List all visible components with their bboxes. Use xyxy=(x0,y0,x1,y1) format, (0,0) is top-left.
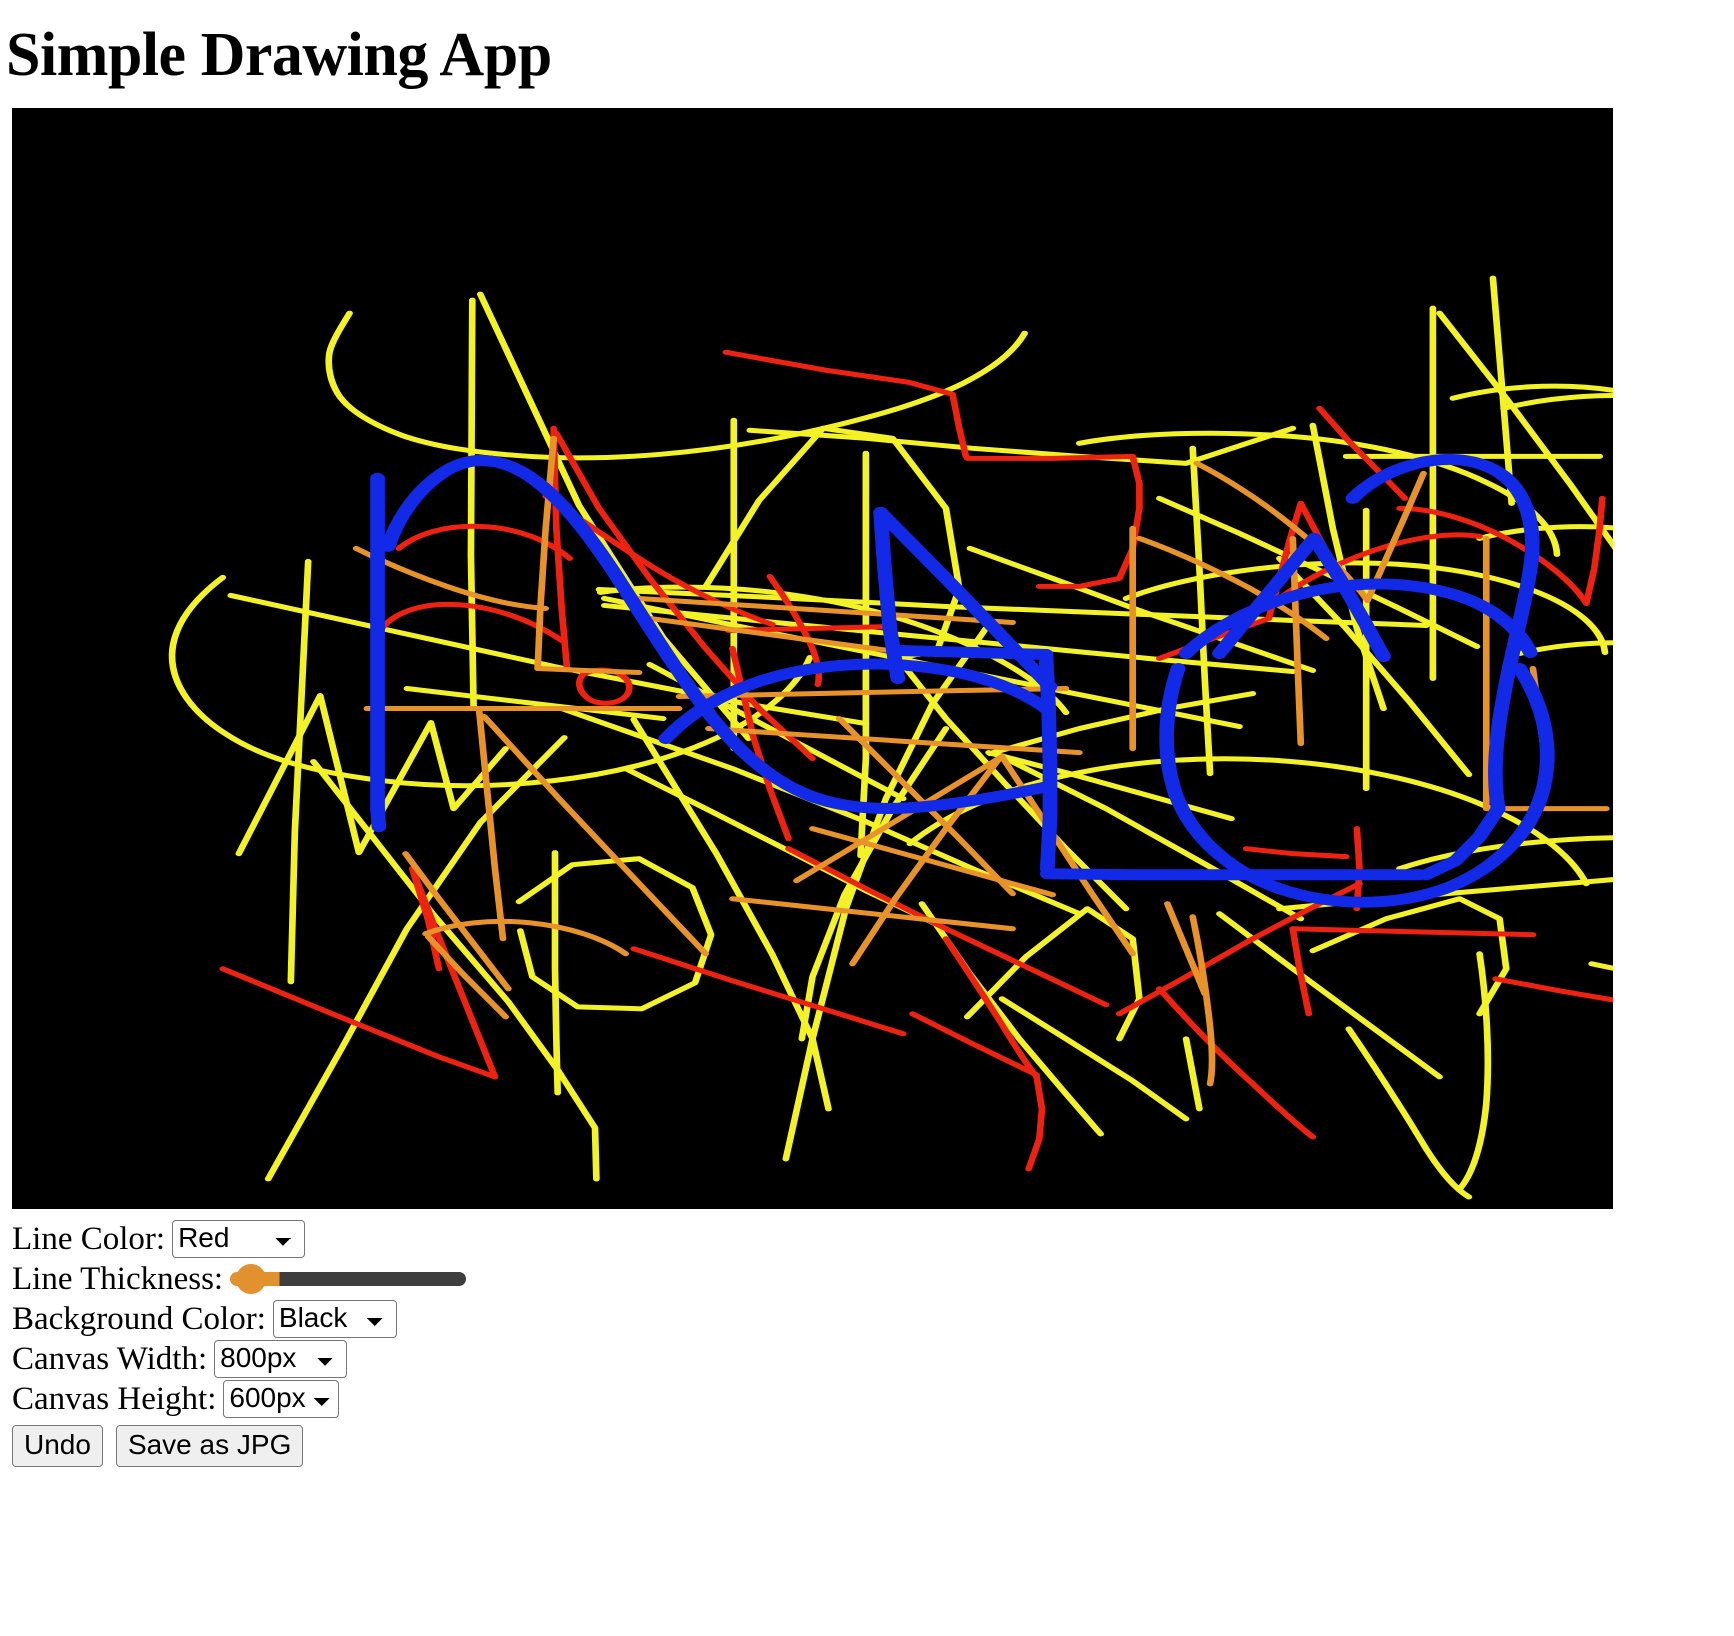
page-title: Simple Drawing App xyxy=(6,21,552,89)
line-thickness-row: Line Thickness: xyxy=(12,1259,1734,1299)
line-thickness-label: Line Thickness: xyxy=(12,1261,224,1297)
line-color-select[interactable]: RedYellowOrangeBlueGreenWhiteBlack xyxy=(172,1220,306,1258)
line-thickness-slider[interactable] xyxy=(230,1263,467,1295)
canvas-height-row: Canvas Height: 300px400px600px800px xyxy=(12,1379,1734,1419)
drawing-canvas[interactable] xyxy=(12,108,1613,1209)
save-as-jpg-button[interactable]: Save as JPG xyxy=(115,1425,304,1467)
canvas-container xyxy=(12,108,1613,1209)
background-color-row: Background Color: BlackWhiteGrayBlue xyxy=(12,1299,1734,1339)
background-color-label: Background Color: xyxy=(12,1301,266,1337)
canvas-height-select[interactable]: 300px400px600px800px xyxy=(223,1380,340,1418)
line-color-label: Line Color: xyxy=(12,1221,166,1257)
undo-button[interactable]: Undo xyxy=(12,1425,103,1467)
canvas-width-select[interactable]: 400px600px800px1000px xyxy=(214,1340,348,1378)
canvas-height-label: Canvas Height: xyxy=(12,1381,217,1417)
action-buttons-row: Undo Save as JPG xyxy=(12,1419,1734,1469)
canvas-width-row: Canvas Width: 400px600px800px1000px xyxy=(12,1339,1734,1379)
drawing-strokes xyxy=(12,108,1613,1209)
line-thickness-slider-holder xyxy=(230,1259,467,1299)
canvas-width-label: Canvas Width: xyxy=(12,1341,208,1377)
background-color-select[interactable]: BlackWhiteGrayBlue xyxy=(272,1300,397,1338)
controls-panel: Line Color: RedYellowOrangeBlueGreenWhit… xyxy=(0,1209,1734,1469)
line-color-row: Line Color: RedYellowOrangeBlueGreenWhit… xyxy=(12,1219,1734,1259)
